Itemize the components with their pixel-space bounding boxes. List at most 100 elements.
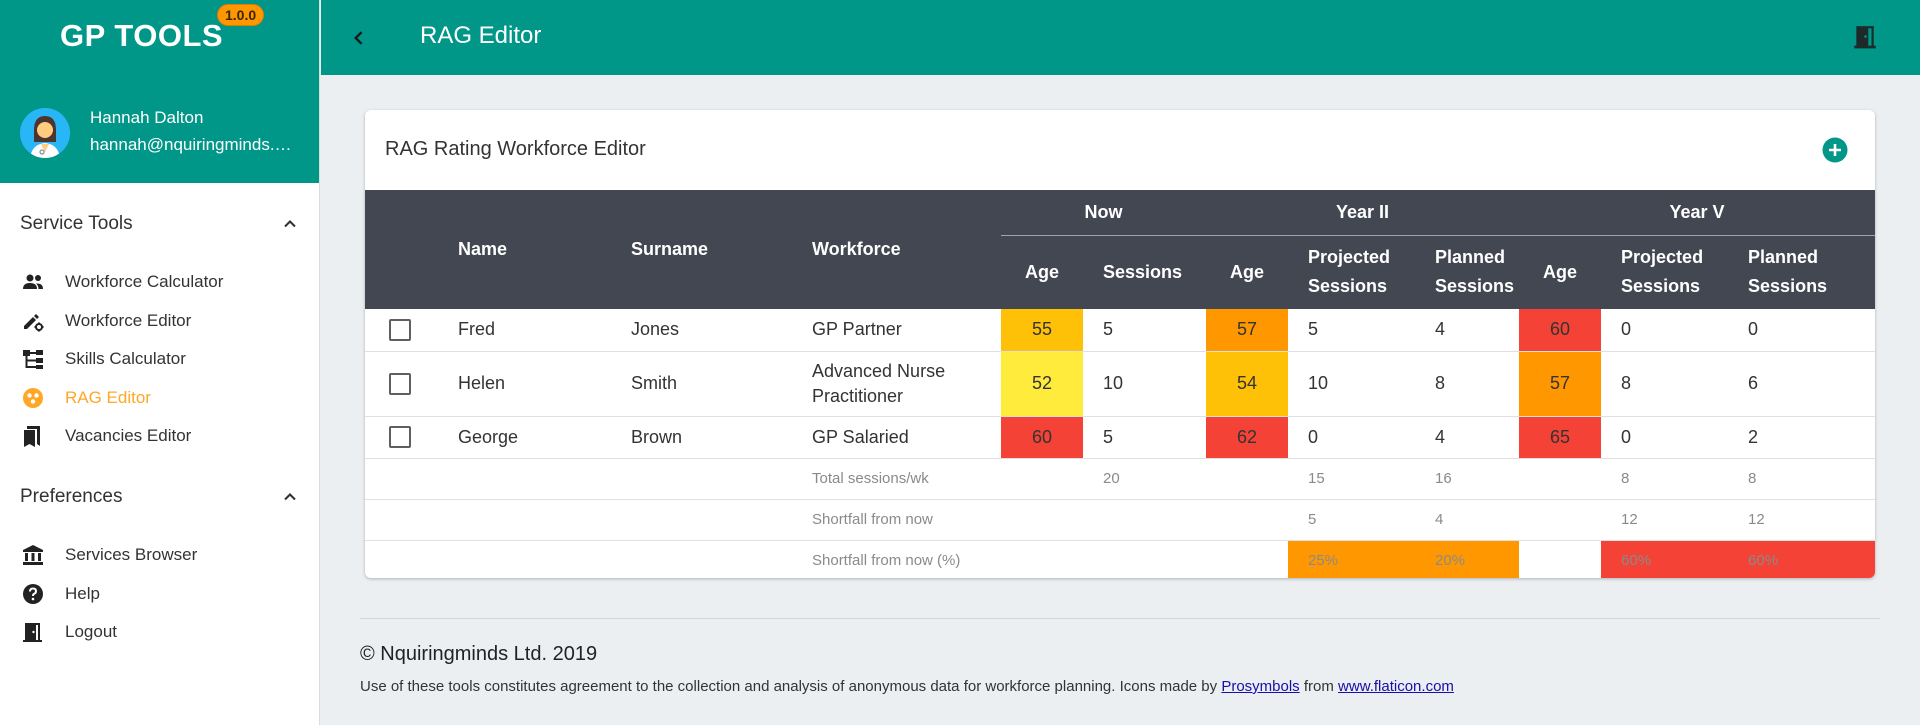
flaticon-link[interactable]: www.flaticon.com bbox=[1338, 678, 1454, 695]
summary-value: 8 bbox=[1728, 458, 1875, 500]
sidebar: GP TOOLS 1.0.0 Hannah Dalton hannah@nqui… bbox=[0, 0, 320, 725]
sidebar-item-skills-calculator[interactable]: Skills Calculator bbox=[20, 342, 300, 376]
cell-now-age[interactable]: 52 bbox=[1001, 351, 1083, 417]
col-header-y2-planned[interactable]: Planned Sessions bbox=[1415, 235, 1520, 309]
app-brand-title: GP TOOLS bbox=[60, 18, 224, 53]
back-button[interactable] bbox=[343, 22, 375, 54]
table-row[interactable]: Fred Jones GP Partner 55 5 57 5 4 60 0 0 bbox=[365, 309, 1875, 352]
help-icon bbox=[20, 581, 46, 607]
card-title: RAG Rating Workforce Editor bbox=[385, 138, 646, 160]
cell-y2-planned[interactable]: 4 bbox=[1415, 416, 1520, 459]
sidebar-item-workforce-calculator[interactable]: Workforce Calculator bbox=[20, 265, 300, 299]
cell-y2-projected[interactable]: 5 bbox=[1288, 309, 1415, 352]
cell-y5-projected[interactable]: 8 bbox=[1601, 351, 1729, 417]
copyright: © Nquiringminds Ltd. 2019 bbox=[360, 643, 598, 665]
cell-y2-projected[interactable]: 10 bbox=[1288, 351, 1415, 417]
cell-workforce[interactable]: GP Salaried bbox=[789, 416, 1001, 459]
row-checkbox[interactable] bbox=[389, 426, 411, 449]
table-row[interactable]: Helen Smith Advanced Nurse Practitioner … bbox=[365, 351, 1875, 417]
cell-name[interactable]: Fred bbox=[435, 309, 608, 352]
cell-name[interactable]: Helen bbox=[435, 351, 608, 417]
cell-y5-planned[interactable]: 6 bbox=[1728, 351, 1875, 417]
col-header-now-age[interactable]: Age bbox=[1001, 235, 1083, 309]
group-header-year-2: Year II bbox=[1206, 190, 1520, 236]
avatar bbox=[20, 108, 70, 158]
cell-y5-projected[interactable]: 0 bbox=[1601, 309, 1729, 352]
cell-workforce[interactable]: Advanced Nurse Practitioner bbox=[789, 351, 1001, 417]
cell-surname[interactable]: Jones bbox=[608, 309, 789, 352]
cell-now-age[interactable]: 55 bbox=[1001, 309, 1083, 352]
summary-value: 12 bbox=[1728, 499, 1875, 541]
footer-note: Use of these tools constitutes agreement… bbox=[360, 678, 1454, 695]
cell-y2-age[interactable]: 57 bbox=[1206, 309, 1288, 352]
exit-button[interactable] bbox=[1848, 20, 1882, 54]
col-header-name[interactable]: Name bbox=[435, 190, 608, 309]
summary-value: 25% bbox=[1288, 540, 1415, 578]
group-header-now: Now bbox=[1001, 190, 1206, 236]
col-header-y5-planned[interactable]: Planned Sessions bbox=[1728, 235, 1875, 309]
footer-note-text: Use of these tools constitutes agreement… bbox=[360, 678, 1222, 695]
sidebar-item-rag-editor[interactable]: RAG Editor bbox=[20, 381, 300, 415]
cell-y5-age[interactable]: 57 bbox=[1519, 351, 1602, 417]
cell-y2-projected[interactable]: 0 bbox=[1288, 416, 1415, 459]
col-header-y2-age[interactable]: Age bbox=[1206, 235, 1288, 309]
cell-now-age[interactable]: 60 bbox=[1001, 416, 1083, 459]
section-title: Service Tools bbox=[20, 213, 133, 234]
summary-value: 60% bbox=[1601, 540, 1729, 578]
brand-header: GP TOOLS 1.0.0 bbox=[0, 0, 319, 75]
col-header-y5-age[interactable]: Age bbox=[1519, 235, 1602, 309]
sidebar-item-label: Workforce Editor bbox=[65, 311, 192, 330]
cell-workforce[interactable]: GP Partner bbox=[789, 309, 1001, 352]
cell-name[interactable]: George bbox=[435, 416, 608, 459]
summary-value: 4 bbox=[1415, 499, 1520, 541]
table-row[interactable]: George Brown GP Salaried 60 5 62 0 4 65 … bbox=[365, 416, 1875, 459]
cell-y5-age[interactable]: 60 bbox=[1519, 309, 1602, 352]
sidebar-item-logout[interactable]: Logout bbox=[20, 615, 300, 649]
cell-y2-planned[interactable]: 4 bbox=[1415, 309, 1520, 352]
summary-row-shortfall: Shortfall from now 5 4 12 12 bbox=[365, 499, 1875, 541]
col-header-y2-projected[interactable]: Projected Sessions bbox=[1288, 235, 1415, 309]
version-badge: 1.0.0 bbox=[217, 4, 265, 26]
cell-now-sessions[interactable]: 5 bbox=[1083, 416, 1206, 459]
people-icon bbox=[20, 269, 46, 295]
col-header-y5-projected[interactable]: Projected Sessions bbox=[1601, 235, 1729, 309]
cell-y2-planned[interactable]: 8 bbox=[1415, 351, 1520, 417]
cell-y2-age[interactable]: 62 bbox=[1206, 416, 1288, 459]
footer-note-text: from bbox=[1299, 678, 1339, 695]
cell-y2-age[interactable]: 54 bbox=[1206, 351, 1288, 417]
sidebar-item-help[interactable]: Help bbox=[20, 577, 300, 611]
prosymbols-link[interactable]: Prosymbols bbox=[1221, 678, 1299, 695]
summary-value: 60% bbox=[1728, 540, 1875, 578]
sidebar-item-workforce-editor[interactable]: Workforce Editor bbox=[20, 304, 300, 338]
cell-y5-planned[interactable]: 2 bbox=[1728, 416, 1875, 459]
cell-now-sessions[interactable]: 10 bbox=[1083, 351, 1206, 417]
col-header-surname[interactable]: Surname bbox=[608, 190, 789, 309]
row-checkbox[interactable] bbox=[389, 372, 411, 395]
cell-y5-age[interactable]: 65 bbox=[1519, 416, 1602, 459]
row-checkbox[interactable] bbox=[389, 318, 411, 341]
sidebar-item-services-browser[interactable]: Services Browser bbox=[20, 538, 300, 572]
summary-label: Shortfall from now bbox=[789, 499, 1001, 541]
summary-value: 20% bbox=[1415, 540, 1520, 578]
cell-y5-projected[interactable]: 0 bbox=[1601, 416, 1729, 459]
summary-value: 15 bbox=[1288, 458, 1415, 500]
bank-icon bbox=[20, 542, 46, 568]
footer-divider bbox=[360, 618, 1880, 619]
section-preferences[interactable]: Preferences bbox=[20, 482, 300, 512]
summary-label: Shortfall from now (%) bbox=[789, 540, 1001, 578]
hierarchy-icon bbox=[20, 346, 46, 372]
cell-now-sessions[interactable]: 5 bbox=[1083, 309, 1206, 352]
rag-circles-icon bbox=[20, 385, 46, 411]
cell-surname[interactable]: Brown bbox=[608, 416, 789, 459]
door-exit-icon bbox=[20, 619, 46, 645]
section-service-tools[interactable]: Service Tools bbox=[20, 209, 300, 239]
cell-surname[interactable]: Smith bbox=[608, 351, 789, 417]
summary-row-shortfall-pct: Shortfall from now (%) 25% 20% 60% 60% bbox=[365, 540, 1875, 578]
door-exit-icon bbox=[1854, 26, 1876, 49]
col-header-workforce[interactable]: Workforce bbox=[789, 190, 1001, 309]
col-header-now-sessions[interactable]: Sessions bbox=[1083, 235, 1206, 309]
cell-y5-planned[interactable]: 0 bbox=[1728, 309, 1875, 352]
section-title: Preferences bbox=[20, 486, 123, 507]
sidebar-item-vacancies-editor[interactable]: Vacancies Editor bbox=[20, 419, 300, 453]
add-circle-icon[interactable] bbox=[1821, 136, 1849, 164]
